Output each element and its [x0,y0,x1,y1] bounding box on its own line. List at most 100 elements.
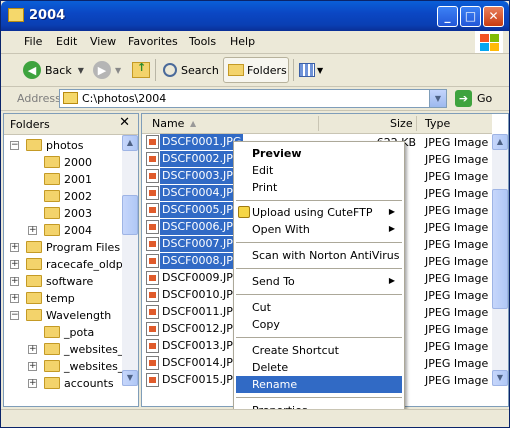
menu-item-create-shortcut[interactable]: Create Shortcut [236,342,402,359]
collapse-icon[interactable]: − [10,141,19,150]
folders-icon [228,64,244,76]
chevron-down-icon: ▼ [115,65,122,75]
menu-item-send-to[interactable]: Send To ▶ [236,273,402,290]
jpeg-file-icon [146,373,159,387]
search-button[interactable]: Search [163,58,219,82]
menu-favorites[interactable]: Favorites [128,35,178,48]
scroll-down-button[interactable]: ▼ [122,370,138,386]
tree-item-label: temp [46,292,75,305]
views-button[interactable]: ▼ [299,58,323,82]
menu-tools[interactable]: Tools [189,35,216,48]
tree-item-label: Wavelength [46,309,112,322]
expand-icon[interactable]: + [10,294,19,303]
tree-item[interactable]: 2002 [4,188,120,205]
tree-item[interactable]: 2003 [4,205,120,222]
menu-separator [236,397,402,398]
folder-icon [44,224,60,236]
tree-item[interactable]: 2000 [4,154,120,171]
back-button[interactable]: ◀ Back ▼ [23,58,84,82]
menu-item-rename[interactable]: Rename [236,376,402,393]
file-name: DSCF0012.JPG [162,322,242,335]
jpeg-file-icon [146,135,159,149]
address-dropdown-button[interactable]: ▼ [429,90,446,107]
file-name: DSCF0002.JPG [160,151,244,167]
expand-icon[interactable]: + [10,260,19,269]
menu-item-upload-cuteftp[interactable]: Upload using CuteFTP ▶ [236,204,402,221]
column-size[interactable]: Size [390,117,413,130]
tree-item[interactable]: +2004 [4,222,120,239]
tree-item[interactable]: + racecafe_oldpc [4,256,129,273]
tree-item[interactable]: _pota [4,324,120,341]
jpeg-file-icon [146,271,159,285]
menu-edit[interactable]: Edit [56,35,77,48]
folder-icon [44,207,60,219]
folder-icon [26,258,42,270]
menu-item-print[interactable]: Print [236,179,402,196]
jpeg-file-icon [146,305,159,319]
menu-item-scan-norton[interactable]: Scan with Norton AntiVirus [236,247,402,264]
forward-button[interactable]: ▶ ▼ [93,58,121,82]
scroll-up-button[interactable]: ▲ [122,135,138,151]
folder-icon [44,360,60,372]
expand-icon[interactable]: + [10,243,19,252]
minimize-button[interactable]: _ [437,6,458,27]
menu-item-cut[interactable]: Cut [236,299,402,316]
scroll-up-button[interactable]: ▲ [492,134,508,150]
tree-item-label: Program Files [46,241,121,254]
tree-item[interactable]: + _websites_ [4,341,123,358]
tree-item[interactable]: + accounts [4,375,120,392]
close-button[interactable]: ✕ [483,6,504,27]
close-icon[interactable]: ✕ [119,115,130,130]
column-header: Name ▲ Size Type [142,114,492,134]
menu-help[interactable]: Help [230,35,255,48]
folders-button[interactable]: Folders [223,57,289,83]
up-folder-button[interactable]: ↑ [132,58,150,82]
files-scrollbar[interactable]: ▲ ▼ [492,134,508,386]
file-type: JPEG Image [425,357,489,370]
menu-item-preview[interactable]: Preview [236,145,402,162]
folders-scrollbar[interactable]: ▲ ▼ [122,135,138,386]
tree-item[interactable]: 2001 [4,171,120,188]
go-button[interactable]: ➔ Go [453,89,505,108]
tree-item-label: accounts [64,377,114,390]
address-input[interactable]: C:\photos\2004 ▼ [59,89,447,108]
column-divider[interactable] [416,116,417,131]
maximize-button[interactable]: □ [460,6,481,27]
chevron-down-icon: ▼ [77,65,84,75]
expand-icon[interactable]: + [10,277,19,286]
expand-icon[interactable]: + [28,345,37,354]
column-type[interactable]: Type [425,117,450,130]
scroll-thumb[interactable] [492,189,508,309]
expand-icon[interactable]: + [28,362,37,371]
menu-item-open-with[interactable]: Open With ▶ [236,221,402,238]
go-label: Go [477,92,493,105]
file-type: JPEG Image [425,323,489,336]
tree-item-label: 2001 [64,173,92,186]
collapse-icon[interactable]: − [10,311,19,320]
menu-file[interactable]: File [24,35,42,48]
scroll-down-button[interactable]: ▼ [492,370,508,386]
menu-item-edit[interactable]: Edit [236,162,402,179]
tree-item[interactable]: − Wavelength [4,307,120,324]
tree-item[interactable]: + software [4,273,120,290]
menu-item-delete[interactable]: Delete [236,359,402,376]
expand-icon[interactable]: + [28,379,37,388]
scroll-thumb[interactable] [122,195,138,235]
file-type: JPEG Image [425,306,489,319]
column-divider[interactable] [318,116,319,131]
folder-icon [44,377,60,389]
jpeg-file-icon [146,152,159,166]
title-bar[interactable]: 2004 _ □ ✕ [1,1,509,31]
explorer-window: 2004 _ □ ✕ File Edit View Favorites Tool… [0,0,510,428]
address-value: C:\photos\2004 [82,92,167,105]
tree-item[interactable]: − photos [4,137,120,154]
menu-view[interactable]: View [90,35,116,48]
tree-item[interactable]: + Program Files [4,239,120,256]
tree-item[interactable]: + _websites_ [4,358,123,375]
folder-icon [44,173,60,185]
folder-icon [44,326,60,338]
expand-icon[interactable]: + [28,226,37,235]
tree-item[interactable]: + temp [4,290,120,307]
menu-item-copy[interactable]: Copy [236,316,402,333]
column-name[interactable]: Name [152,117,184,130]
